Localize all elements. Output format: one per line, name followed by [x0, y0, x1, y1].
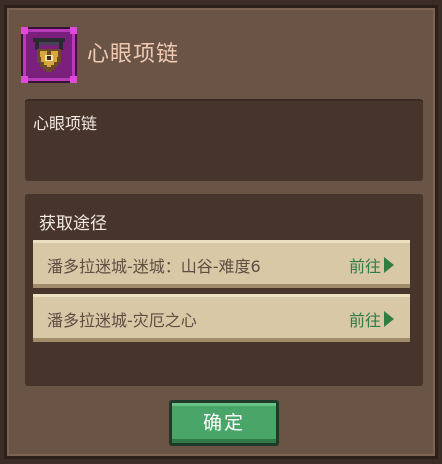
confirm-button[interactable]: 确定	[169, 400, 279, 446]
source-row[interactable]: 潘多拉迷城-迷城：山谷-难度6 前往	[33, 240, 410, 288]
heart-eye-necklace-icon	[33, 38, 65, 72]
go-label: 前往	[348, 257, 381, 276]
source-row[interactable]: 潘多拉迷城-灾厄之心 前往	[33, 294, 410, 342]
item-icon-frame	[21, 27, 77, 83]
source-label: 潘多拉迷城-灾厄之心	[47, 311, 197, 330]
item-dialog: 心眼项链 心眼项链 获取途径 潘多拉迷城-迷城：山谷-难度6 前往 潘多拉迷城-…	[4, 5, 438, 459]
acquisition-sources-title: 获取途径	[39, 214, 107, 234]
item-dialog-backdrop: 心眼项链 心眼项链 获取途径 潘多拉迷城-迷城：山谷-难度6 前往 潘多拉迷城-…	[0, 0, 442, 464]
item-description-box: 心眼项链	[25, 99, 423, 181]
go-button[interactable]: 前往	[349, 307, 394, 331]
arrow-right-icon	[384, 311, 394, 327]
go-label: 前往	[348, 311, 381, 330]
frame-corner	[21, 27, 28, 34]
acquisition-sources-box: 获取途径 潘多拉迷城-迷城：山谷-难度6 前往 潘多拉迷城-灾厄之心 前往	[25, 194, 423, 386]
item-description: 心眼项链	[33, 114, 98, 133]
item-title: 心眼项链	[87, 42, 180, 67]
frame-corner	[70, 27, 77, 34]
go-button[interactable]: 前往	[349, 253, 394, 277]
arrow-right-icon	[384, 257, 394, 273]
frame-corner	[70, 76, 77, 83]
frame-corner	[21, 76, 28, 83]
source-label: 潘多拉迷城-迷城：山谷-难度6	[47, 257, 261, 276]
